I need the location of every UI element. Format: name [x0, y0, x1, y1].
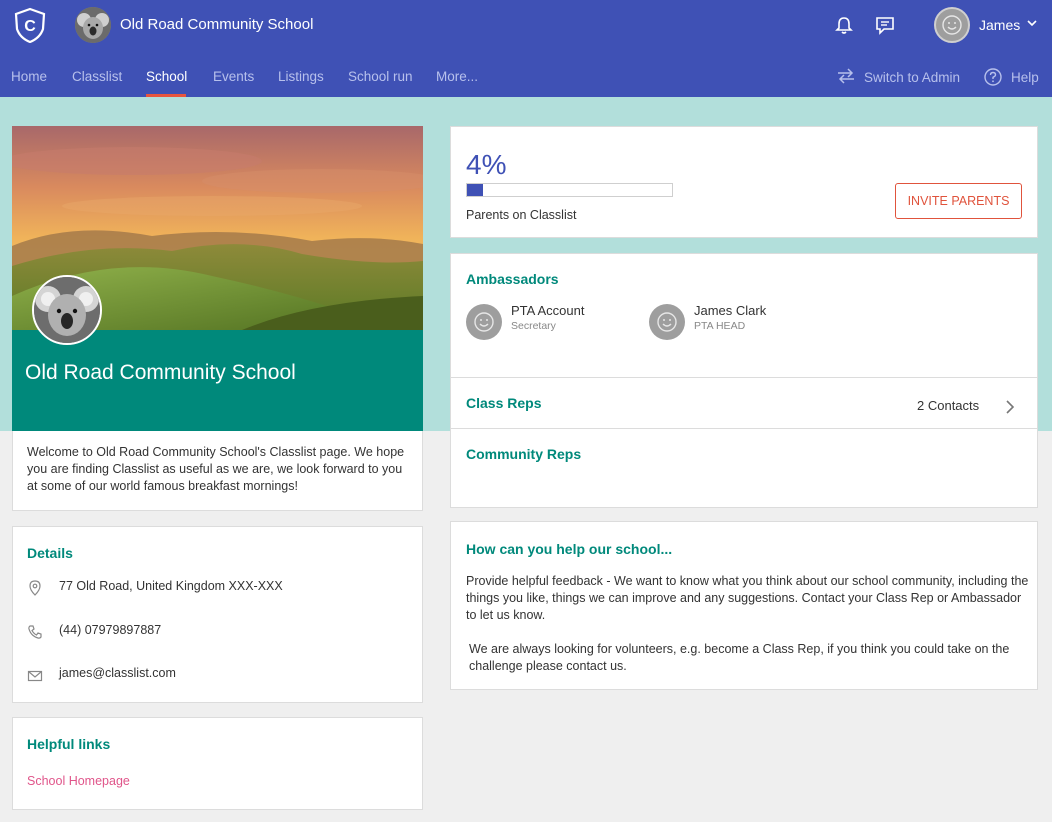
nav-more[interactable]: More... — [436, 69, 478, 84]
top-bar: C Old Road Community School James Home C… — [0, 0, 1052, 97]
help-icon[interactable] — [984, 68, 1002, 86]
location-pin-icon — [29, 580, 41, 596]
school-avatar-small[interactable] — [75, 7, 111, 43]
details-phone[interactable]: (44) 07979897887 — [59, 623, 161, 637]
smiley-icon — [474, 312, 494, 332]
welcome-card: Welcome to Old Road Community School's C… — [12, 431, 423, 511]
nav-home[interactable]: Home — [11, 69, 47, 84]
classlist-logo-icon[interactable]: C — [12, 7, 48, 43]
nav-listings[interactable]: Listings — [278, 69, 324, 84]
ambassador-name[interactable]: James Clark — [694, 303, 766, 318]
chevron-right-icon[interactable] — [1004, 399, 1016, 415]
phone-icon — [28, 625, 42, 639]
user-name[interactable]: James — [979, 17, 1020, 33]
nav-events[interactable]: Events — [213, 69, 254, 84]
nav-classlist[interactable]: Classlist — [72, 69, 122, 84]
smiley-icon — [942, 15, 962, 35]
switch-to-admin-link[interactable]: Switch to Admin — [864, 70, 960, 85]
parents-progress-bar — [466, 183, 673, 197]
parents-caption: Parents on Classlist — [466, 208, 577, 222]
helpful-links-card: Helpful links School Homepage — [12, 717, 423, 810]
ambassador-role: Secretary — [511, 320, 556, 332]
school-title: Old Road Community School — [25, 361, 296, 384]
smiley-icon — [657, 312, 677, 332]
nav-school[interactable]: School — [146, 69, 187, 84]
help-link[interactable]: Help — [1011, 70, 1039, 85]
welcome-text: Welcome to Old Road Community School's C… — [27, 445, 405, 493]
switch-arrows-icon[interactable] — [836, 68, 856, 84]
community-reps-heading[interactable]: Community Reps — [466, 446, 581, 462]
help-school-paragraph: Provide helpful feedback - We want to kn… — [466, 574, 1029, 622]
parents-percent: 4% — [466, 149, 507, 180]
details-address: 77 Old Road, United Kingdom XXX-XXX — [59, 579, 283, 593]
details-email[interactable]: james@classlist.com — [59, 666, 176, 680]
ambassador-avatar[interactable] — [466, 304, 502, 340]
class-reps-heading[interactable]: Class Reps — [466, 395, 541, 411]
school-homepage-link[interactable]: School Homepage — [27, 774, 130, 788]
helpful-links-heading: Helpful links — [27, 736, 111, 752]
invite-parents-button[interactable]: INVITE PARENTS — [895, 183, 1022, 219]
parents-progress-fill — [467, 184, 483, 196]
header-school-name[interactable]: Old Road Community School — [120, 16, 313, 33]
chat-icon[interactable] — [875, 15, 895, 35]
representatives-card: Ambassadors PTA Account Secretary James … — [450, 253, 1038, 508]
details-card: Details 77 Old Road, United Kingdom XXX-… — [12, 526, 423, 703]
ambassador-role: PTA HEAD — [694, 320, 746, 332]
divider — [451, 428, 1037, 429]
parents-progress-card: 4% Parents on Classlist INVITE PARENTS — [450, 126, 1038, 238]
mail-icon — [27, 670, 43, 682]
help-school-paragraph: We are always looking for volunteers, e.… — [469, 642, 1010, 673]
help-school-card: How can you help our school... Provide h… — [450, 521, 1038, 690]
ambassador-avatar[interactable] — [649, 304, 685, 340]
help-school-heading: How can you help our school... — [466, 541, 673, 557]
svg-text:C: C — [24, 18, 36, 35]
school-avatar[interactable] — [32, 275, 102, 345]
ambassador-name[interactable]: PTA Account — [511, 303, 584, 318]
chevron-down-icon[interactable] — [1026, 17, 1038, 29]
details-heading: Details — [27, 545, 73, 561]
user-avatar[interactable] — [934, 7, 970, 43]
bell-icon[interactable] — [834, 15, 854, 35]
nav-school-run[interactable]: School run — [348, 69, 413, 84]
divider — [451, 377, 1037, 378]
ambassadors-heading: Ambassadors — [466, 271, 559, 287]
class-reps-contacts[interactable]: 2 Contacts — [917, 398, 979, 413]
